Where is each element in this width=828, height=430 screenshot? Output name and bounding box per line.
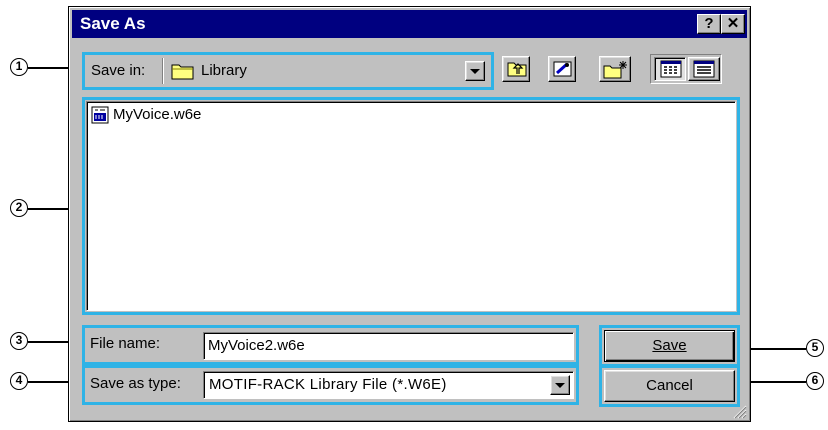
save-in-separator [162, 58, 164, 84]
details-view-button[interactable] [688, 57, 720, 81]
voice-file-icon [91, 106, 109, 124]
dialog-title: Save As [80, 14, 146, 33]
title-bar[interactable] [72, 10, 747, 38]
file-name-text: MyVoice.w6e [113, 106, 202, 123]
chevron-down-icon [470, 69, 480, 74]
view-buttons [650, 54, 722, 84]
details-view-icon [693, 60, 715, 78]
desktop-icon [553, 61, 572, 77]
save-as-type-label: Save as type: [90, 375, 181, 392]
chevron-down-icon [555, 383, 565, 388]
up-one-level-button[interactable] [502, 56, 530, 82]
callout-2: 2 [10, 199, 28, 217]
resize-grip-icon[interactable] [733, 405, 747, 419]
callout-5: 5 [806, 339, 824, 357]
create-new-folder-icon [603, 61, 627, 79]
save-in-value: Library [201, 62, 247, 79]
save-as-type-value: MOTIF-RACK Library File (*.W6E) [209, 376, 447, 393]
file-name-value: MyVoice2.w6e [208, 337, 305, 354]
create-new-folder-button[interactable] [599, 56, 631, 82]
save-as-type-select[interactable]: MOTIF-RACK Library File (*.W6E) [203, 371, 574, 399]
file-name-label: File name: [90, 335, 161, 352]
cancel-button-label: Cancel [646, 377, 693, 394]
cancel-button[interactable]: Cancel [604, 370, 735, 402]
callout-4: 4 [10, 372, 28, 390]
desktop-button[interactable] [548, 56, 576, 82]
save-in-label: Save in: [91, 62, 146, 79]
file-name-input[interactable]: MyVoice2.w6e [203, 332, 574, 360]
help-button[interactable]: ? [697, 14, 721, 34]
up-one-level-icon [507, 62, 527, 77]
save-button-label: Save [652, 337, 687, 354]
callout-3: 3 [10, 332, 28, 350]
folder-icon [171, 64, 194, 80]
save-button[interactable]: Save [604, 330, 735, 362]
close-button[interactable]: ✕ [721, 14, 745, 34]
save-as-type-dropdown-arrow[interactable] [550, 375, 570, 395]
file-list[interactable]: MyVoice.w6e [86, 101, 736, 311]
save-in-dropdown-arrow[interactable] [465, 61, 485, 81]
callout-1: 1 [10, 58, 28, 76]
callout-6: 6 [806, 372, 824, 390]
list-view-button[interactable] [654, 57, 686, 81]
list-view-icon [660, 60, 682, 78]
save-in-dropdown[interactable]: Library [167, 58, 487, 84]
